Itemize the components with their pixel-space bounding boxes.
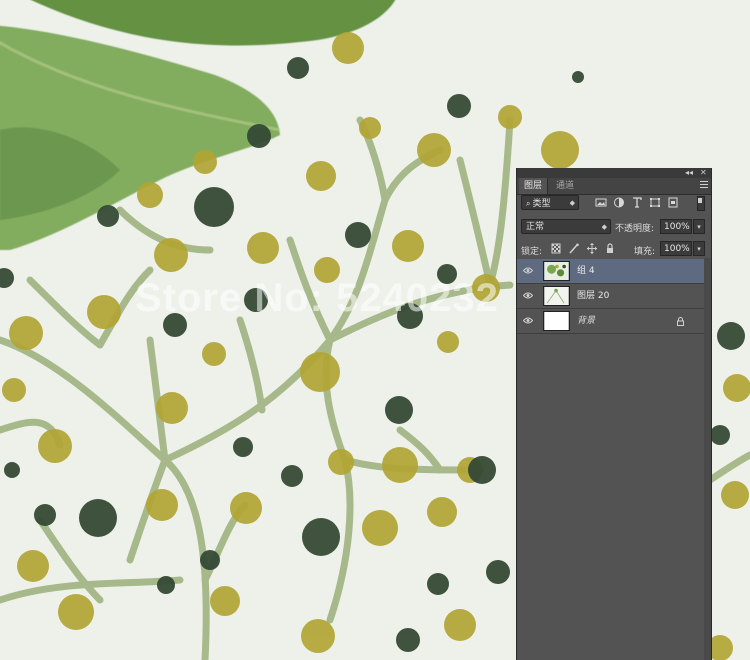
fill-label: 填充: bbox=[634, 247, 656, 257]
layer-name[interactable]: 背景 bbox=[577, 309, 595, 333]
layer-row-layer-20[interactable]: 图层 20 bbox=[517, 284, 711, 309]
visibility-eye-icon[interactable] bbox=[523, 317, 533, 324]
layers-panel: ◂◂ ✕ 图层 通道 ⌕ 类型 ◆ 正常 ◆ 不透明度: 100% ▾ 锁定: 填… bbox=[516, 168, 712, 660]
blend-mode-value: 正常 bbox=[526, 222, 545, 232]
close-panel-button[interactable]: ✕ bbox=[700, 168, 707, 178]
layer-row-group-4[interactable]: 组 4 bbox=[517, 259, 711, 284]
image-filter-icon[interactable] bbox=[595, 197, 607, 208]
filter-type-label: 类型 bbox=[532, 199, 551, 209]
panel-scrollbar[interactable] bbox=[704, 258, 711, 660]
panel-tab-bar: 图层 通道 bbox=[517, 178, 711, 195]
shape-filter-icon[interactable] bbox=[649, 197, 661, 208]
filter-type-dropdown[interactable]: ⌕ 类型 ◆ bbox=[521, 195, 579, 210]
chevron-updown-icon: ◆ bbox=[569, 199, 575, 207]
type-filter-icon[interactable] bbox=[631, 197, 643, 208]
lock-all-icon[interactable] bbox=[605, 243, 615, 254]
opacity-dropdown-arrow[interactable]: ▾ bbox=[693, 219, 705, 234]
lock-label: 锁定: bbox=[521, 247, 543, 257]
lock-transparent-icon[interactable] bbox=[551, 243, 561, 254]
filter-toggle-switch[interactable] bbox=[697, 196, 705, 211]
lock-position-icon[interactable] bbox=[587, 243, 597, 254]
opacity-input[interactable]: 100% bbox=[660, 219, 692, 234]
search-icon: ⌕ bbox=[526, 199, 531, 208]
tab-layers[interactable]: 图层 bbox=[519, 178, 549, 194]
lock-icon bbox=[677, 317, 684, 326]
layer-thumbnail bbox=[543, 311, 570, 331]
panel-menu-icon[interactable] bbox=[700, 181, 708, 191]
visibility-eye-icon[interactable] bbox=[523, 292, 533, 299]
layer-name[interactable]: 组 4 bbox=[577, 259, 595, 283]
layer-row-background[interactable]: 背景 bbox=[517, 309, 711, 334]
smart-object-filter-icon[interactable] bbox=[667, 197, 679, 208]
fill-dropdown-arrow[interactable]: ▾ bbox=[693, 241, 705, 256]
layer-thumbnail bbox=[543, 286, 570, 306]
adjustment-filter-icon[interactable] bbox=[613, 197, 625, 208]
opacity-label: 不透明度: bbox=[615, 224, 655, 234]
tab-channels[interactable]: 通道 bbox=[551, 178, 579, 194]
lock-image-icon[interactable] bbox=[569, 243, 579, 254]
visibility-eye-icon[interactable] bbox=[523, 267, 533, 274]
fill-input[interactable]: 100% bbox=[660, 241, 692, 256]
collapse-panel-button[interactable]: ◂◂ bbox=[685, 168, 693, 178]
layer-thumbnail bbox=[543, 261, 570, 281]
blend-mode-dropdown[interactable]: 正常 ◆ bbox=[521, 219, 611, 234]
panel-title-bar: ◂◂ ✕ bbox=[517, 168, 711, 178]
chevron-updown-icon: ◆ bbox=[601, 223, 607, 231]
layer-name[interactable]: 图层 20 bbox=[577, 284, 609, 308]
